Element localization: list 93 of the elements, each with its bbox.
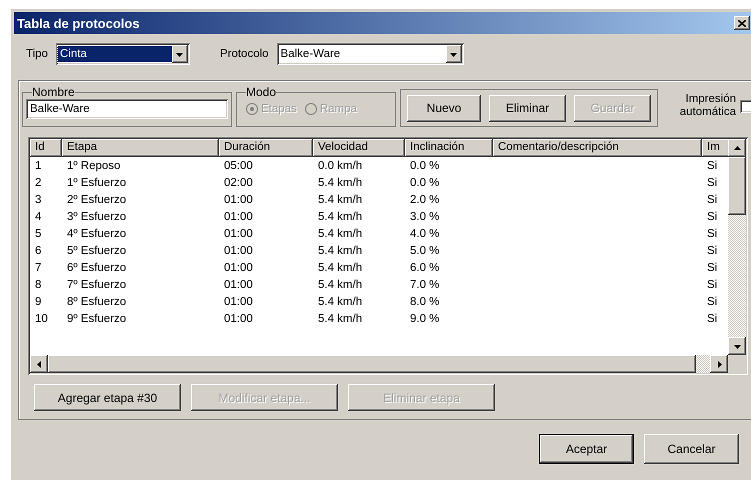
table-cell-text: Si: [706, 261, 718, 276]
table-cell-text: 5.4 km/h: [317, 176, 364, 191]
table-cell-text: 01:00: [223, 278, 254, 293]
tipo-dropdown[interactable]: Cinta: [56, 43, 190, 65]
table-cell-text: 5.4 km/h: [317, 210, 364, 225]
vertical-scrollbar[interactable]: [728, 139, 746, 355]
window-title: Tabla de protocolos: [17, 16, 140, 30]
table-cell-text: Si: [706, 227, 718, 242]
table-cell-text: 1º Reposo: [66, 159, 122, 174]
stage-button[interactable]: Agregar etapa #30: [34, 384, 181, 411]
table-cell-text: 1º Esfuerzo: [66, 176, 128, 191]
table-cell-text: Si: [706, 159, 718, 174]
column-header[interactable]: Duración: [219, 139, 313, 157]
table-cell-text: 3: [34, 193, 42, 208]
nombre-input-field[interactable]: Balke-Ware: [26, 99, 228, 119]
column-header[interactable]: Inclinación: [405, 139, 493, 157]
table-cell-text: 0.0 km/h: [317, 159, 364, 174]
close-button[interactable]: [734, 16, 750, 30]
table-cell-text: 01:00: [223, 193, 254, 208]
table-cell-text: 0.0 %: [409, 176, 440, 191]
table-cell-text: 9: [34, 295, 42, 310]
nombre-legend: Nombre: [32, 85, 75, 99]
protocolo-label: Protocolo: [220, 48, 269, 60]
table-cell-text: 4: [34, 210, 42, 225]
table-cell-text: 9.0 %: [409, 312, 440, 327]
table-cell-text: 6.0 %: [409, 261, 440, 276]
table-cell-text: Si: [706, 176, 718, 191]
table-cell-text: 5.4 km/h: [317, 227, 364, 242]
table-cell-text: 4º Esfuerzo: [66, 227, 128, 242]
table-cell-text: Si: [706, 193, 718, 208]
action-button[interactable]: Nuevo: [407, 94, 481, 122]
table-cell-text: 01:00: [223, 227, 254, 242]
auto-print-label: Impresión automática: [678, 93, 736, 119]
table-cell-text: Si: [706, 312, 718, 327]
table-cell-text: 3.0 %: [409, 210, 440, 225]
protocolo-dropdown[interactable]: Balke-Ware: [276, 43, 464, 65]
scroll-down-icon: [734, 342, 740, 350]
table-cell-text: Si: [706, 210, 718, 225]
column-header[interactable]: Etapa: [62, 139, 219, 157]
table-cell-text: 5.4 km/h: [317, 295, 364, 310]
modo-legend: Modo: [246, 85, 276, 99]
scroll-right-icon: [716, 360, 722, 368]
table-cell-text: Si: [706, 244, 718, 259]
table-cell-text: 2.0 %: [409, 193, 440, 208]
table-cell-text: 0.0 %: [409, 159, 440, 174]
action-button[interactable]: Eliminar: [489, 94, 566, 122]
table-cell-text: 8.0 %: [409, 295, 440, 310]
table-cell-text: 2: [34, 176, 42, 191]
table-cell-text: 8: [34, 278, 42, 293]
column-header[interactable]: Id: [30, 139, 62, 157]
table-cell-text: 7º Esfuerzo: [66, 278, 128, 293]
table-cell-text: 2º Esfuerzo: [66, 193, 128, 208]
column-header[interactable]: Velocidad: [313, 139, 405, 157]
table-cell-text: 02:00: [223, 176, 254, 191]
table-cell-text: 3º Esfuerzo: [66, 210, 128, 225]
close-icon: [738, 20, 746, 26]
table-cell-text: 5º Esfuerzo: [66, 244, 128, 259]
column-header[interactable]: Im: [702, 139, 728, 157]
scroll-left-icon: [36, 360, 42, 368]
table-cell-text: 7.0 %: [409, 278, 440, 293]
table-cell-text: 5.4 km/h: [317, 261, 364, 276]
table-cell-text: 7: [34, 261, 42, 276]
table-cell-text: 1: [34, 159, 42, 174]
table-cell-text: 6: [34, 244, 42, 259]
dialog-button[interactable]: Cancelar: [644, 434, 739, 464]
column-header[interactable]: Comentario/descripción: [493, 139, 702, 157]
table-cell-text: Si: [706, 278, 718, 293]
tipo-label: Tipo: [26, 48, 48, 60]
table-cell-text: 6º Esfuerzo: [66, 261, 128, 276]
table-cell-text: 5.4 km/h: [317, 312, 364, 327]
table-cell-text: 01:00: [223, 210, 254, 225]
table-cell-text: 10: [34, 312, 49, 327]
table-cell-text: 4.0 %: [409, 227, 440, 242]
horizontal-scrollbar[interactable]: [30, 355, 746, 373]
table-cell-text: 01:00: [223, 295, 254, 310]
scroll-up-icon: [734, 144, 740, 152]
table-cell-text: 01:00: [223, 312, 254, 327]
table-cell-text: 9º Esfuerzo: [66, 312, 128, 327]
table-cell-text: 5.4 km/h: [317, 193, 364, 208]
table-cell-text: 5: [34, 227, 42, 242]
table-cell-text: 5.4 km/h: [317, 278, 364, 293]
table-cell-text: 05:00: [223, 159, 254, 174]
table-cell-text: Si: [706, 295, 718, 310]
scrollbar-corner: [728, 355, 746, 373]
dropdown-arrow-icon: [450, 50, 458, 58]
table-cell-text: 01:00: [223, 261, 254, 276]
table-cell-text: 5.4 km/h: [317, 244, 364, 259]
table-cell-text: 5.0 %: [409, 244, 440, 259]
table-cell-text: 01:00: [223, 244, 254, 259]
dropdown-arrow-icon: [176, 50, 184, 58]
table-cell-text: 8º Esfuerzo: [66, 295, 128, 310]
auto-print-checkbox[interactable]: [740, 100, 751, 112]
dialog-button[interactable]: Aceptar: [539, 434, 634, 464]
